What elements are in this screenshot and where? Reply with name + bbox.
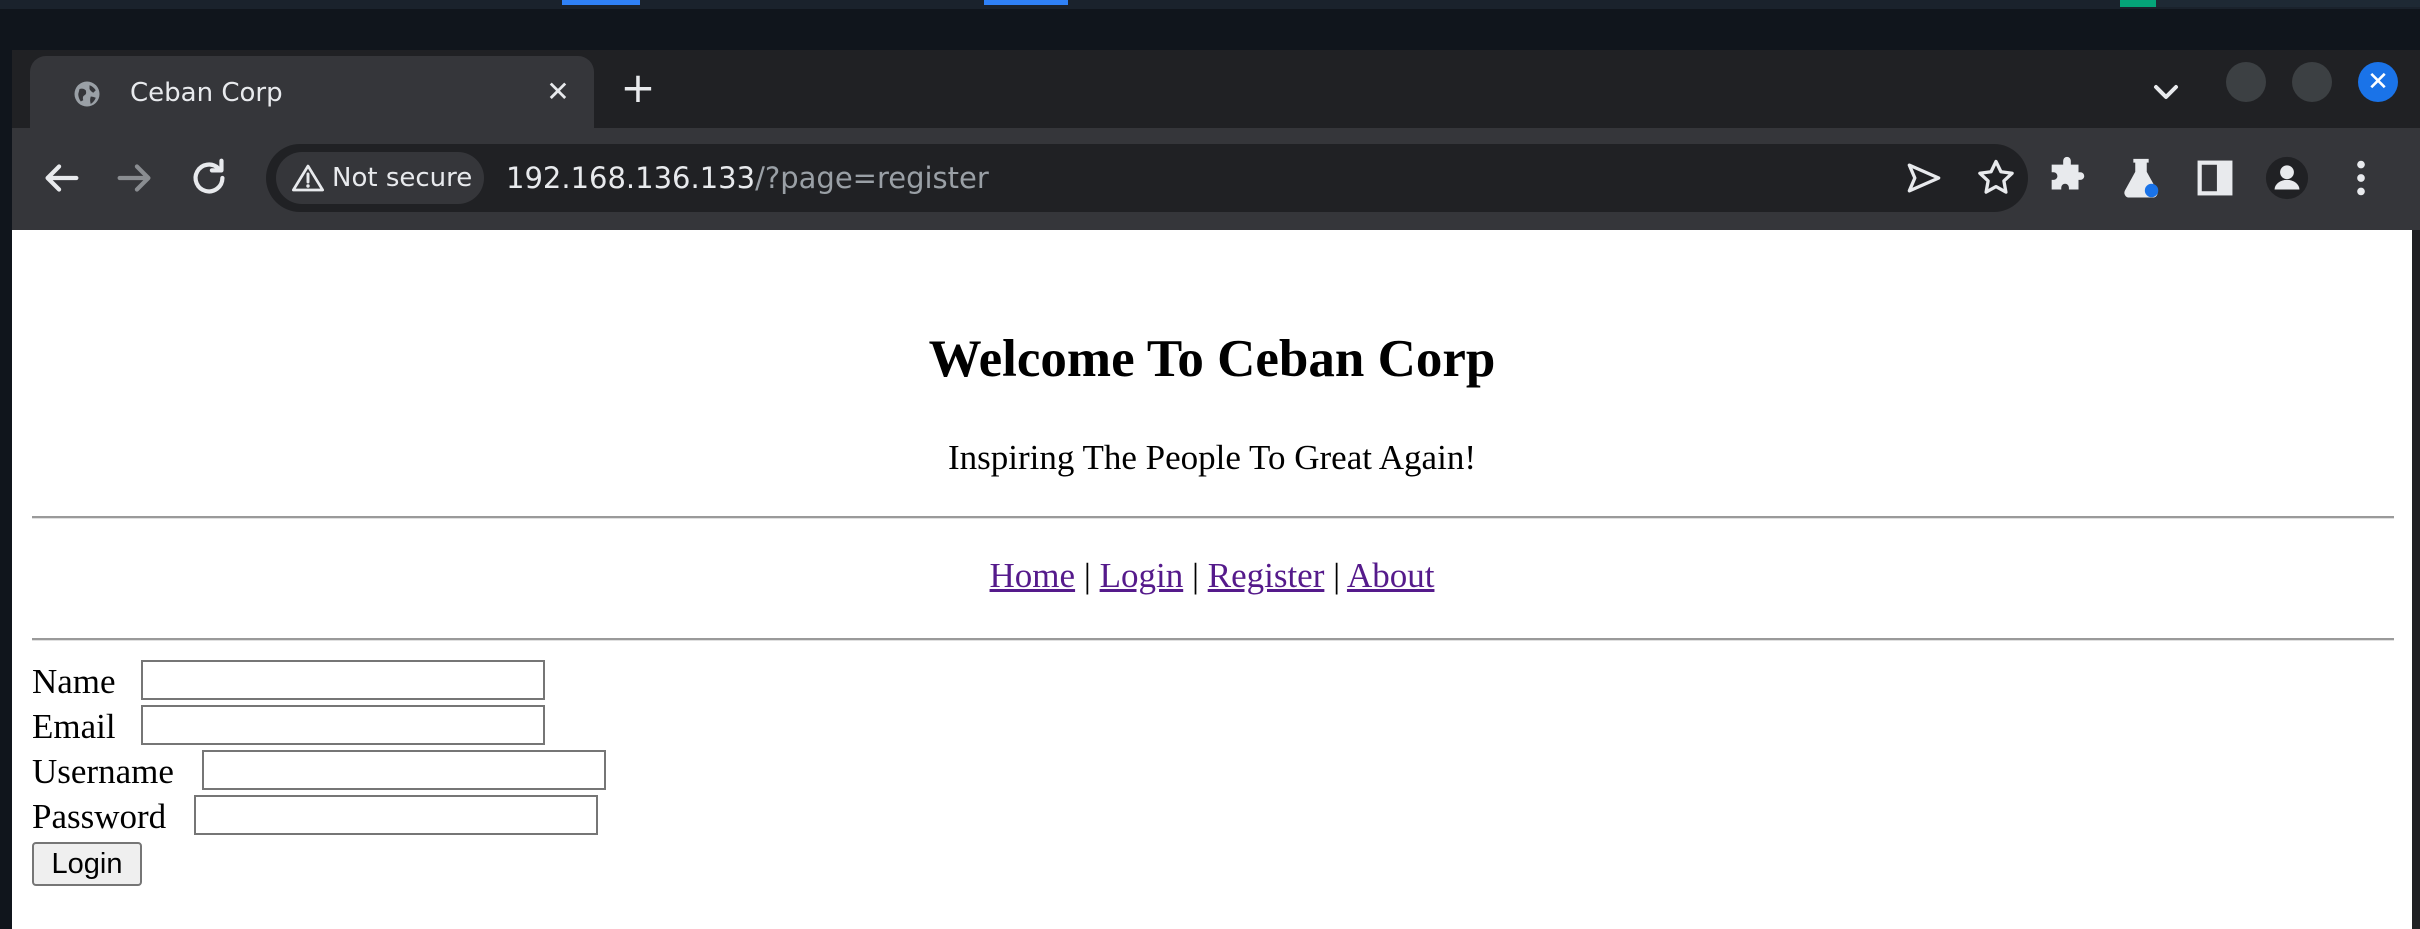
taskbar-indicator (562, 0, 640, 5)
page-content: Welcome To Ceban Corp Inspiring The Peop… (12, 230, 2412, 929)
side-panel-icon[interactable] (2192, 155, 2238, 201)
nav-separator: | (1191, 556, 1199, 595)
username-field[interactable] (202, 750, 606, 790)
desktop-taskbar-strip (0, 0, 2420, 9)
bookmark-star-icon[interactable] (1974, 156, 2018, 200)
back-arrow-icon[interactable] (38, 155, 84, 201)
divider (32, 516, 2394, 519)
password-field[interactable] (194, 795, 598, 835)
send-icon[interactable] (1902, 156, 1946, 200)
close-tab-icon[interactable]: ✕ (540, 74, 576, 110)
page-tagline: Inspiring The People To Great Again! (948, 438, 1476, 477)
address-bar[interactable]: Not secure 192.168.136.133/?page=registe… (266, 144, 2028, 212)
url-path: /?page=register (755, 161, 989, 195)
name-label: Name (32, 662, 116, 701)
chevron-down-icon[interactable] (2146, 72, 2186, 112)
tab-strip: Ceban Corp ✕ + ✕ (12, 50, 2420, 128)
profile-avatar-icon[interactable] (2264, 155, 2310, 201)
password-label: Password (32, 797, 167, 836)
divider (32, 638, 2394, 641)
email-field[interactable] (141, 705, 545, 745)
nav-separator: | (1333, 556, 1341, 595)
browser-tab-active[interactable]: Ceban Corp ✕ (30, 56, 594, 128)
globe-icon (74, 81, 100, 107)
not-secure-label: Not secure (332, 163, 473, 193)
warning-triangle-icon (292, 164, 324, 192)
username-label: Username (32, 752, 174, 791)
form-row-email: Email (32, 705, 545, 749)
nav-link-about[interactable]: About (1347, 556, 1435, 595)
minimize-button[interactable] (2226, 62, 2266, 102)
browser-toolbar: Not secure 192.168.136.133/?page=registe… (12, 128, 2420, 230)
site-info-chip[interactable]: Not secure (276, 152, 484, 204)
nav-link-home[interactable]: Home (990, 556, 1076, 595)
form-row-username: Username (32, 750, 606, 794)
tab-title: Ceban Corp (130, 78, 283, 108)
page-title: Welcome To Ceban Corp (928, 330, 1496, 388)
site-nav: Home | Login | Register | About (12, 554, 2412, 598)
system-tray (2120, 0, 2420, 7)
close-window-button[interactable]: ✕ (2358, 62, 2398, 102)
nav-separator: | (1083, 556, 1091, 595)
labs-flask-icon[interactable] (2118, 155, 2164, 201)
login-button[interactable]: Login (32, 842, 142, 886)
email-label: Email (32, 707, 116, 746)
url-text[interactable]: 192.168.136.133/?page=register (506, 160, 989, 196)
name-field[interactable] (141, 660, 545, 700)
close-icon: ✕ (2367, 67, 2389, 97)
browser-window: Ceban Corp ✕ + ✕ Not secure 192.168.136.… (12, 50, 2420, 929)
new-tab-button[interactable]: + (616, 67, 660, 112)
form-row-password: Password (32, 795, 598, 839)
forward-arrow-icon[interactable] (112, 155, 158, 201)
nav-link-register[interactable]: Register (1208, 556, 1325, 595)
taskbar-indicator (984, 0, 1068, 5)
maximize-button[interactable] (2292, 62, 2332, 102)
nav-link-login[interactable]: Login (1100, 556, 1184, 595)
extensions-puzzle-icon[interactable] (2044, 155, 2090, 201)
more-menu-icon[interactable] (2338, 155, 2384, 201)
url-host: 192.168.136.133 (506, 161, 756, 195)
form-row-name: Name (32, 660, 545, 704)
reload-icon[interactable] (186, 155, 232, 201)
